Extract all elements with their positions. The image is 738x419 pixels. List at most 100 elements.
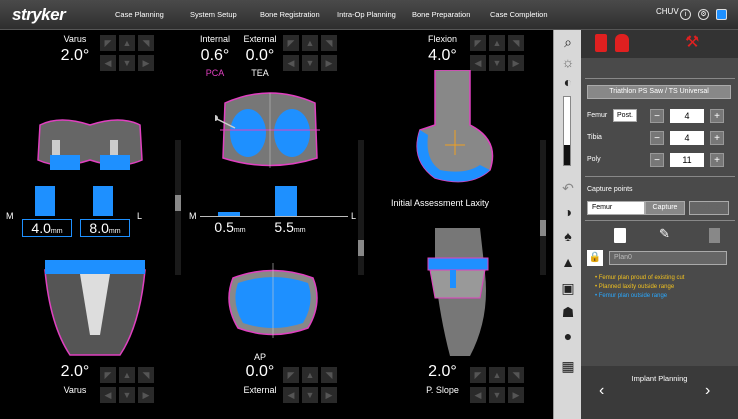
plan-name-input[interactable]: Plan0 [609,251,727,265]
varus-top-value: 2.0° [60,47,90,64]
nav-bone-preparation[interactable]: Bone Preparation [412,10,470,19]
right-scrollbar-thumb[interactable] [540,220,546,236]
divider [585,176,735,177]
side-panel-header: ⚒ [581,30,738,58]
divider [585,220,735,221]
tibia-axial-image [228,263,318,338]
nav-case-planning[interactable]: Case Planning [115,10,164,19]
femur-implant-icon[interactable] [595,34,607,52]
warning-message-1: • Femur plan proud of existing cut [595,275,685,281]
camera-icon[interactable] [716,9,727,20]
flexion-controls[interactable]: ◤ ▲ ◥ ◀ ▼ ▶ [470,35,524,75]
implant-selector[interactable]: Triathlon PS Saw / TS Universal [587,85,731,99]
info-icon[interactable]: i [680,9,691,20]
varus-top-controls[interactable]: ◤ ▲ ◥ ◀ ▼ ▶ [100,35,154,75]
internal-label: Internal [199,34,231,44]
slope-label: P. Slope [426,385,459,395]
medial-gap-readout: 4.0mm [22,219,72,237]
capture-button[interactable]: Capture [645,201,685,215]
coronal-view: Varus 2.0° ◤ ▲ ◥ ◀ ▼ ▶ M L 4.0mm 8.0mm 2.0° … [0,30,180,419]
femur-minus-button[interactable]: − [650,109,664,123]
cut-tool-icon[interactable]: ⚒ [685,32,699,52]
gear-icon[interactable]: ⚙ [698,9,709,20]
lateral-gap-readout: 8.0mm [80,219,130,237]
knee-view-icon[interactable]: ♠ [558,226,578,246]
internal-value: 0.6° [200,47,230,64]
nav-system-setup[interactable]: System Setup [190,10,237,19]
pca-label: PCA [205,68,225,78]
tibia-view-icon[interactable]: ▲ [558,252,578,272]
main-viewport: Varus 2.0° ◤ ▲ ◥ ◀ ▼ ▶ M L 4.0mm 8.0mm 2.0° … [0,30,553,419]
tibia-size-value[interactable]: 4 [670,131,704,145]
contrast-slider[interactable] [563,96,571,166]
femur-view-icon[interactable]: ◑ [558,202,578,222]
undo-icon[interactable]: ↶ [558,178,578,198]
divider [585,78,735,79]
delete-button[interactable]: Delete [689,201,729,215]
lateral-gap-bar [93,186,113,216]
lock-icon[interactable]: 🔒 [587,250,603,266]
flexion-value: 4.0° [428,47,457,64]
medial-label: M [6,211,14,221]
side-panel: ⚒ Triathlon PS Saw / TS Universal Femur … [581,30,738,419]
flex-lateral-gap-readout: 5.5mm [274,219,306,235]
nav-case-completion[interactable]: Case Completion [490,10,548,19]
tibia-coronal-image [44,260,146,356]
top-bar: stryker Case Planning System Setup Bone … [0,0,738,30]
varus-bottom-controls[interactable]: ◤ ▲ ◥ ◀ ▼ ▶ [100,367,154,407]
ap-value: 0.0° [245,363,275,380]
flexion-label: Flexion [427,34,457,44]
flex-medial-gap-bar [218,212,240,216]
left-scrollbar-thumb[interactable] [175,195,181,211]
left-scrollbar[interactable] [175,140,181,275]
tibia-implant-icon[interactable] [615,34,629,52]
poly-size-value[interactable]: 11 [670,153,704,167]
femur-row-label: Femur [587,112,608,119]
warning-message-2: • Planned laxity outside range [595,284,675,290]
layout-icon[interactable]: ▦ [558,356,578,376]
external-value: 0.0° [245,47,275,64]
tibia-plus-button[interactable]: + [710,131,724,145]
femur-size-value[interactable]: 4 [670,109,704,123]
tibia-minus-button[interactable]: − [650,131,664,145]
nav-intra-op-planning[interactable]: Intra-Op Planning [337,10,396,19]
varus-top-label: Varus [63,34,87,44]
femur-plus-button[interactable]: + [710,109,724,123]
flex-lateral-gap-bar [275,186,297,216]
center-scrollbar[interactable] [358,140,364,275]
tibia-sagittal-image [427,228,489,356]
new-plan-icon[interactable] [614,228,626,243]
poly-plus-button[interactable]: + [710,153,724,167]
poly-minus-button[interactable]: − [650,153,664,167]
femur-option-select[interactable]: Post. [613,109,637,122]
brightness-icon[interactable]: ☼ [558,52,578,72]
zoom-icon[interactable]: ⌕ [558,32,578,52]
nav-bone-registration[interactable]: Bone Registration [260,10,320,19]
rotation-top-controls[interactable]: ◤ ▲ ◥ ◀ ▼ ▶ [283,35,337,75]
femur-sagittal-image [416,70,494,183]
slope-value: 2.0° [428,363,457,380]
slope-controls[interactable]: ◤ ▲ ◥ ◀ ▼ ▶ [470,367,524,407]
trash-icon[interactable] [709,228,720,243]
contrast-icon[interactable]: ◐ [558,72,578,92]
right-scrollbar[interactable] [540,140,546,275]
lateral-label-center: L [351,211,357,221]
tool-strip: ⌕ ☼ ◐ ↶ ◑ ♠ ▲ ▣ ☗ ● ▦ [553,30,581,419]
prev-chevron-icon[interactable]: ‹ [599,382,604,400]
stryker-logo: stryker [12,5,66,24]
center-scrollbar-thumb[interactable] [358,240,364,256]
capture-bone-select[interactable]: Femur [587,201,645,215]
poly-view-icon[interactable]: ● [558,326,578,346]
varus-bottom-label: Varus [63,385,87,395]
capture-points-title: Capture points [587,186,633,193]
ap-controls[interactable]: ◤ ▲ ◥ ◀ ▼ ▶ [283,367,337,407]
tibia-row-label: Tibia [587,134,602,141]
next-chevron-icon[interactable]: › [705,382,710,400]
lateral-label: L [137,211,143,221]
bone-model-icon[interactable]: ☗ [558,302,578,322]
implant-view-icon[interactable]: ▣ [558,278,578,298]
sagittal-view: Flexion 4.0° ◤ ▲ ◥ ◀ ▼ ▶ Initial Assessment … [370,30,550,419]
external-label: External [243,34,277,44]
edit-pencil-icon[interactable]: ✎ [659,226,670,242]
footer-title: Implant Planning [631,374,688,383]
